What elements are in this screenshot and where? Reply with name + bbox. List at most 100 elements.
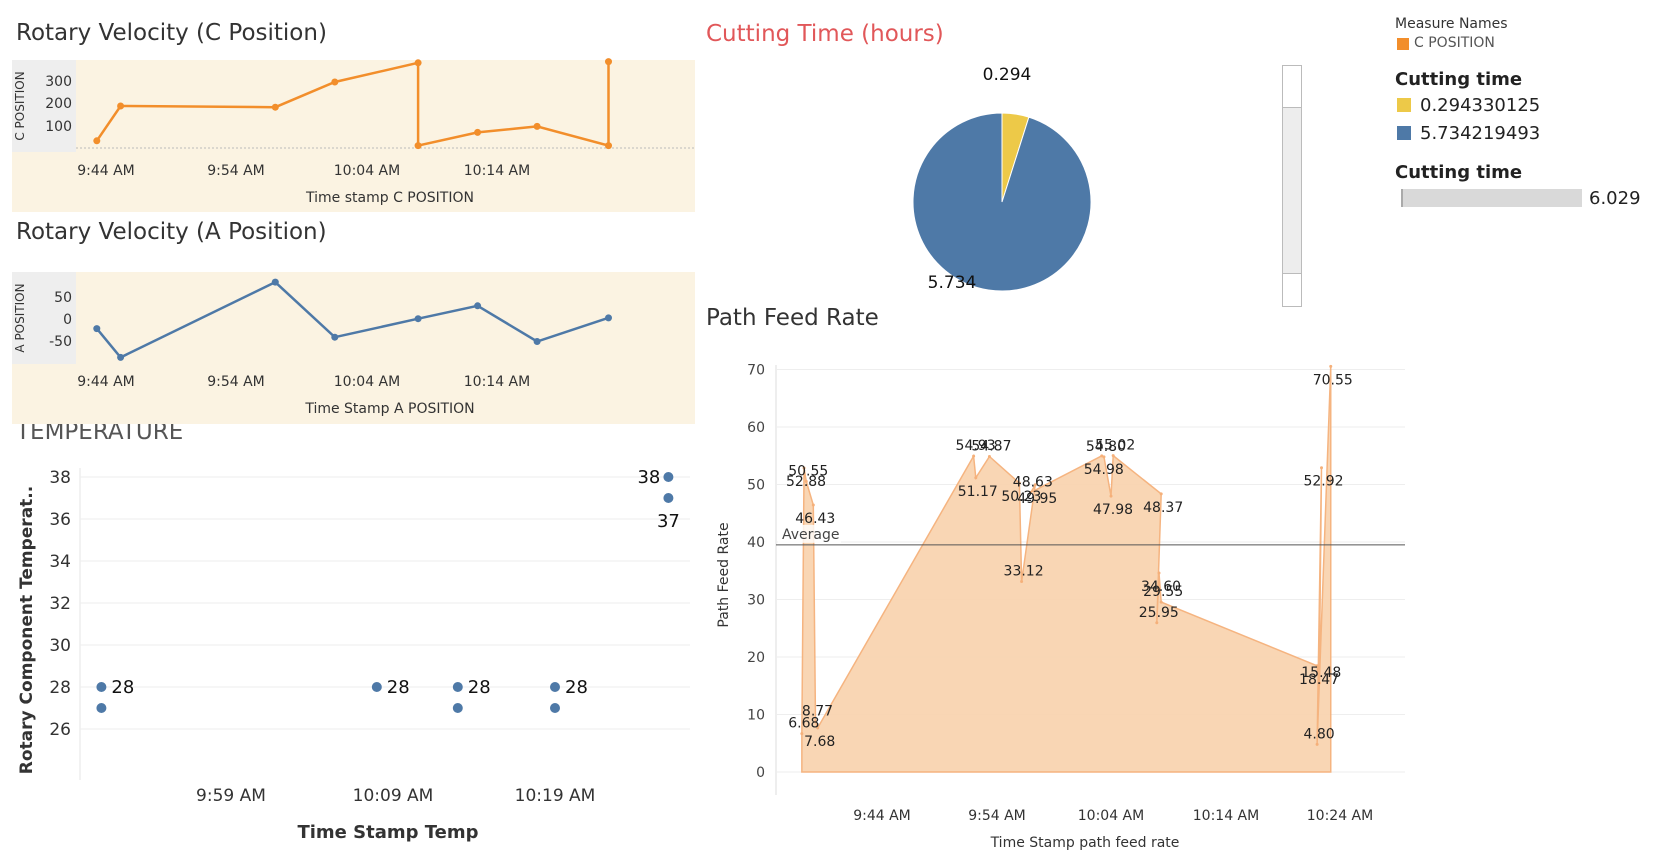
c-position-legend-label: C POSITION xyxy=(1414,35,1495,51)
p-data-label-12: 48.63 xyxy=(1013,474,1053,490)
c_position-point-4 xyxy=(414,59,422,67)
cutting-legend-item-1: 5.734219493 xyxy=(1420,123,1541,144)
c_position-point-2 xyxy=(271,103,279,111)
a_position-point-4 xyxy=(414,315,422,323)
path-feed-rate-chart: Path Feed Rate 70 60 50 40 30 20 10 0 Average 9… xyxy=(716,363,1405,851)
pie-label-0: 0.294 xyxy=(983,65,1032,85)
t-point-6 xyxy=(550,703,560,713)
path-feed-rate-title: Path Feed Rate xyxy=(706,305,879,331)
scrollbar-thumb[interactable] xyxy=(1283,107,1301,274)
t-x-tick-1: 10:09 AM xyxy=(353,786,434,806)
t-y-tick-1: 36 xyxy=(49,510,71,530)
p-y-tick-2: 50 xyxy=(747,478,765,494)
c-x-axis-label: Time stamp C POSITION xyxy=(305,190,474,206)
t-point-label-5: 28 xyxy=(565,677,588,698)
t-y-tick-0: 38 xyxy=(49,468,71,488)
pie-slice-1 xyxy=(912,112,1092,292)
c_position-point-5 xyxy=(414,142,422,150)
t-x-axis-label: Time Stamp Temp xyxy=(297,822,478,843)
p-y-tick-3: 40 xyxy=(747,535,765,551)
c_position-point-7 xyxy=(533,122,541,130)
p-point-7 xyxy=(974,476,978,480)
a-y-tick-2: -50 xyxy=(49,334,72,350)
cutting-time-legend-title: Cutting time xyxy=(1395,69,1523,90)
t-point-label-2: 28 xyxy=(387,677,410,698)
a-position-chart: A POSITION 9:44 AM 9:54 AM 10:04 AM 10:1… xyxy=(12,272,612,417)
c-y-tick-2: 100 xyxy=(45,119,72,135)
cutting-time-pie: 0.294 5.734 xyxy=(912,65,1092,293)
temperature-chart: Rotary Component Temperat.. 38 36 34 32 30 28… xyxy=(17,467,690,843)
a_position-series-line xyxy=(95,280,609,359)
pie-label-1: 5.734 xyxy=(928,273,977,293)
c-position-title: Rotary Velocity (C Position) xyxy=(16,20,327,46)
legend-scrollbar[interactable] xyxy=(1282,65,1302,307)
c_position-point-6 xyxy=(474,128,482,136)
p-x-tick-3: 10:14 AM xyxy=(1193,808,1259,824)
p-data-label-5: 7.68 xyxy=(804,734,835,750)
p-data-label-7: 51.17 xyxy=(958,484,998,500)
a-y-axis-label: A POSITION xyxy=(13,283,27,352)
t-y-tick-5: 28 xyxy=(49,678,71,698)
t-point-label-8: 37 xyxy=(657,511,680,532)
t-point-0 xyxy=(96,682,107,692)
p-point-3 xyxy=(811,503,815,507)
cutting-swatch-0 xyxy=(1397,98,1411,112)
p-point-24 xyxy=(1315,742,1319,746)
p-data-label-11: 49.95 xyxy=(1017,491,1057,507)
t-point-1 xyxy=(96,703,107,713)
p-x-tick-1: 9:54 AM xyxy=(968,808,1026,824)
p-point-23 xyxy=(1320,466,1323,470)
p-x-tick-0: 9:44 AM xyxy=(853,808,911,824)
a_position-point-5 xyxy=(474,302,482,310)
t-y-tick-2: 34 xyxy=(49,552,71,572)
a_position-point-7 xyxy=(605,314,612,322)
a-y-tick-1: 0 xyxy=(63,312,72,328)
p-point-8 xyxy=(987,454,991,458)
a-x-tick-0: 9:44 AM xyxy=(77,374,135,390)
p-x-tick-2: 10:04 AM xyxy=(1078,808,1144,824)
cutting-swatch-1 xyxy=(1397,126,1411,140)
p-data-label-20: 29.55 xyxy=(1143,584,1183,600)
t-x-tick-0: 9:59 AM xyxy=(196,786,266,806)
t-point-label-0: 28 xyxy=(111,677,134,698)
c_position-point-0 xyxy=(93,137,101,145)
c_position-point-9 xyxy=(605,58,612,66)
c-y-tick-1: 200 xyxy=(45,96,72,112)
p-data-label-4: 8.77 xyxy=(802,704,833,720)
p-point-15 xyxy=(1109,494,1113,498)
p-y-tick-1: 60 xyxy=(747,420,765,436)
p-data-label-24: 4.80 xyxy=(1304,726,1335,742)
c_position-point-3 xyxy=(331,78,339,86)
t-point-8 xyxy=(663,493,674,503)
p-data-label-23: 52.92 xyxy=(1303,474,1343,490)
a-y-tick-0: 50 xyxy=(54,290,72,306)
cutting-time-slider[interactable] xyxy=(1401,189,1582,207)
cutting-time-slider-title: Cutting time xyxy=(1395,162,1523,183)
a-x-tick-2: 10:04 AM xyxy=(334,374,400,390)
p-point-6 xyxy=(972,454,976,458)
p-y-tick-5: 20 xyxy=(747,650,765,666)
p-data-label-18: 25.95 xyxy=(1139,605,1179,621)
p-data-label-25: 70.55 xyxy=(1313,372,1353,388)
c-y-tick-0: 300 xyxy=(45,74,72,90)
c_position-point-8 xyxy=(605,142,612,150)
c_position-series-line xyxy=(95,61,610,148)
c-y-axis-label: C POSITION xyxy=(13,71,27,140)
cutting-legend-item-0: 0.294330125 xyxy=(1420,95,1541,116)
c-x-tick-2: 10:04 AM xyxy=(334,163,400,179)
t-y-tick-6: 26 xyxy=(49,720,71,740)
t-point-7 xyxy=(663,472,674,482)
p-average-label: Average xyxy=(782,527,840,543)
measure-names-title: Measure Names xyxy=(1395,16,1508,32)
p-data-label-3: 46.43 xyxy=(795,511,835,527)
c-position-swatch xyxy=(1397,38,1409,50)
c-x-tick-3: 10:14 AM xyxy=(464,163,530,179)
p-data-label-16: 55.02 xyxy=(1095,438,1135,454)
t-y-tick-4: 30 xyxy=(49,636,71,656)
t-point-3 xyxy=(452,682,463,692)
cutting-time-slider-value: 6.029 xyxy=(1589,188,1641,209)
p-point-17 xyxy=(1159,492,1163,496)
c_position-point-1 xyxy=(117,102,125,110)
t-point-label-7: 38 xyxy=(637,467,660,488)
p-point-18 xyxy=(1155,621,1159,625)
